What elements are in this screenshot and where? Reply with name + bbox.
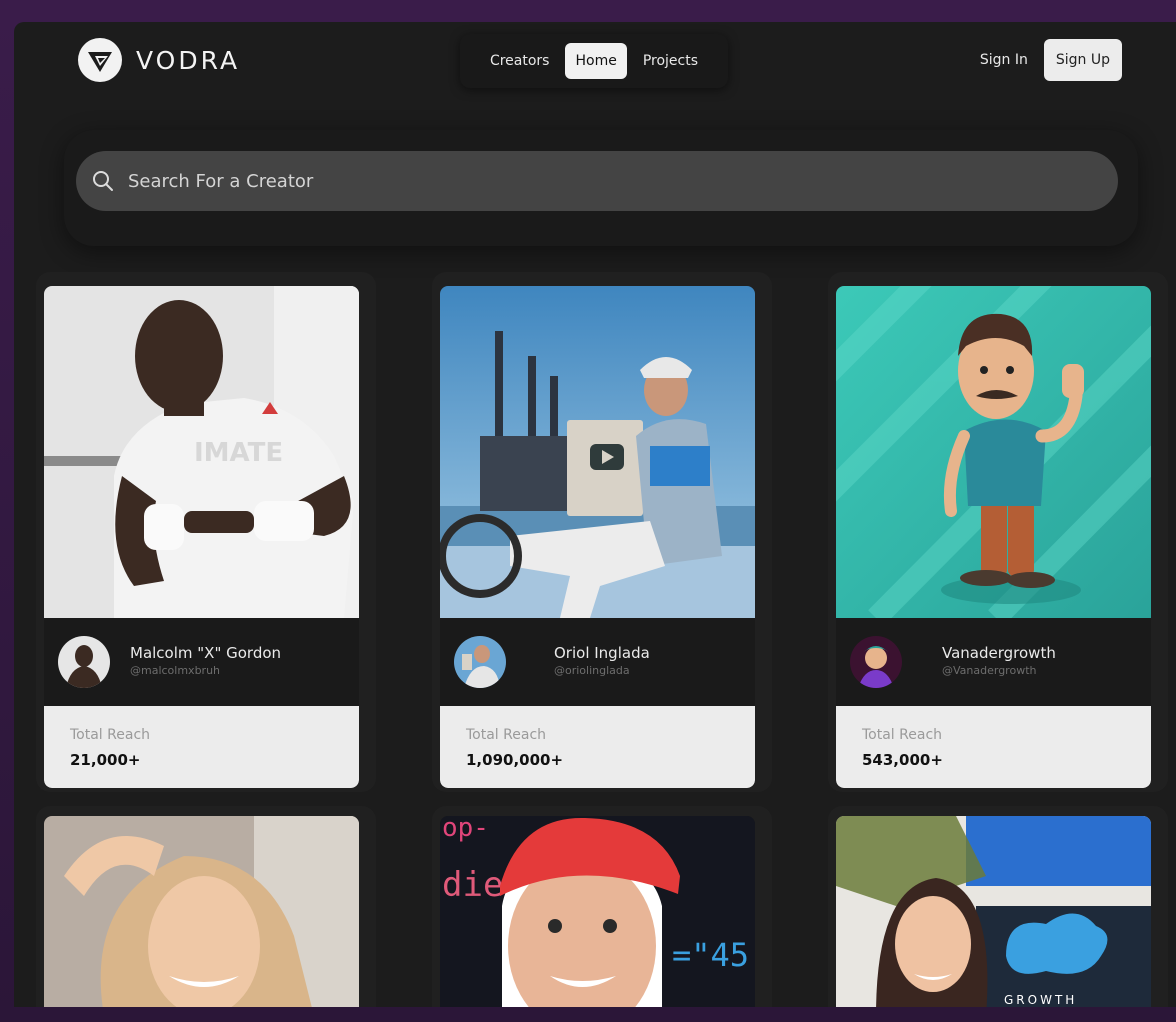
growth-text: GROWTH [1004, 993, 1077, 1007]
svg-text:IMATE: IMATE [194, 438, 283, 468]
reach-value: 1,090,000+ [466, 751, 564, 769]
nav-item-creators[interactable]: Creators [480, 43, 560, 79]
reach-panel: Total Reach 1,090,000+ [440, 706, 755, 788]
reach-value: 21,000+ [70, 751, 141, 769]
creator-info: Vanadergrowth @Vanadergrowth [836, 618, 1151, 706]
creator-name: Vanadergrowth [942, 644, 1056, 662]
creator-info: Oriol Inglada @oriolinglada [440, 618, 755, 706]
code-fragment-3: ="45 [672, 936, 749, 974]
sign-up-button[interactable]: Sign Up [1043, 39, 1122, 81]
creator-name: Malcolm "X" Gordon [130, 644, 282, 662]
nav-item-home[interactable]: Home [565, 43, 627, 79]
creator-handle: @oriolinglada [554, 664, 630, 677]
avatar [58, 636, 110, 688]
creator-photo [836, 286, 1151, 618]
search-placeholder: Search For a Creator [128, 170, 314, 192]
code-fragment-1: op- [442, 816, 489, 843]
creator-photo: op- die ="45 [440, 816, 755, 1007]
creator-card[interactable]: op- die ="45 [440, 816, 755, 1007]
creator-photo: IMATE [44, 286, 359, 618]
brand-name: VODRA [136, 45, 241, 75]
brand-logo[interactable]: VODRA [78, 38, 240, 82]
creator-card[interactable]: Oriol Inglada @oriolinglada Total Reach … [440, 286, 755, 788]
top-nav: Creators Home Projects [460, 34, 728, 88]
creator-info: Malcolm "X" Gordon @malcolmxbruh [44, 618, 359, 706]
sign-in-link[interactable]: Sign In [980, 52, 1028, 68]
search-input[interactable]: Search For a Creator [76, 151, 1118, 211]
logo-icon [78, 38, 122, 82]
avatar [454, 636, 506, 688]
reach-label: Total Reach [70, 727, 151, 743]
creator-name: Oriol Inglada [554, 644, 650, 662]
creator-card[interactable]: Vanadergrowth @Vanadergrowth Total Reach… [836, 286, 1151, 788]
creator-photo [440, 286, 755, 618]
app-window: VODRA Creators Home Projects Sign In Sig… [14, 22, 1176, 1007]
reach-panel: Total Reach 21,000+ [44, 706, 359, 788]
creator-handle: @malcolmxbruh [130, 664, 221, 677]
auth-controls: Sign In Sign Up [980, 39, 1122, 81]
code-fragment-2: die [442, 865, 503, 905]
reach-value: 543,000+ [862, 751, 943, 769]
creator-card[interactable]: IMATE Malcolm "X" Gordon @malcolmxbruh T… [44, 286, 359, 788]
avatar [850, 636, 902, 688]
creator-photo [44, 816, 359, 1007]
creator-card[interactable]: GROWTH [836, 816, 1151, 1007]
creator-handle: @Vanadergrowth [942, 664, 1037, 677]
creator-photo: GROWTH [836, 816, 1151, 1007]
creator-card[interactable] [44, 816, 359, 1007]
reach-label: Total Reach [862, 727, 943, 743]
nav-item-projects[interactable]: Projects [633, 43, 708, 79]
reach-label: Total Reach [466, 727, 547, 743]
search-icon [93, 171, 113, 191]
reach-panel: Total Reach 543,000+ [836, 706, 1151, 788]
